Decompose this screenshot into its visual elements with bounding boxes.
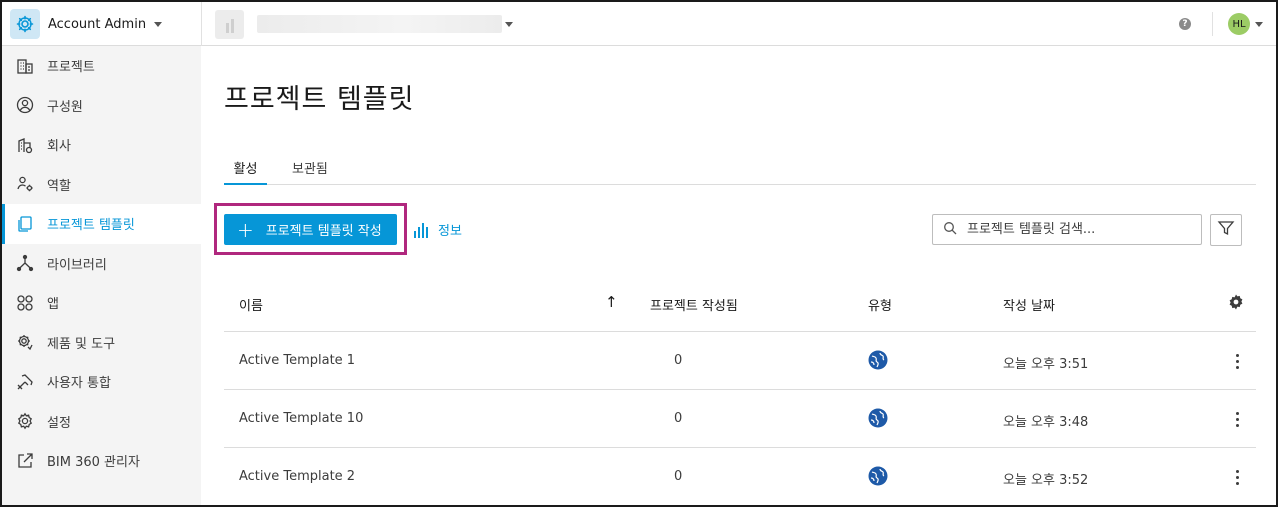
projects-created-count: 0 bbox=[674, 353, 683, 368]
sidebar-item-label: 구성원 bbox=[47, 99, 83, 115]
role-icon bbox=[15, 174, 35, 194]
project-thumbnail bbox=[215, 10, 244, 39]
sidebar-item-label: 프로젝트 bbox=[47, 60, 95, 76]
column-header-created-date[interactable]: 작성 날짜 bbox=[1003, 295, 1055, 314]
chevron-down-icon[interactable] bbox=[505, 22, 513, 27]
search-input[interactable] bbox=[967, 222, 1187, 237]
chevron-down-icon bbox=[154, 21, 163, 27]
tab-archived[interactable]: 보관됨 bbox=[284, 158, 336, 185]
column-header-name[interactable]: 이름 bbox=[239, 295, 263, 314]
sidebar-item-label: 제품 및 도구 bbox=[47, 336, 116, 352]
top-header: Account Admin ? HL bbox=[2, 2, 1276, 46]
filter-button[interactable] bbox=[1210, 214, 1242, 246]
plus-icon: + bbox=[237, 217, 254, 242]
projects-created-count: 0 bbox=[674, 411, 683, 426]
building-icon bbox=[15, 56, 35, 76]
sidebar-item-apps[interactable]: 앱 bbox=[2, 283, 201, 323]
globe-icon bbox=[868, 466, 888, 486]
sidebar-item-settings[interactable]: 설정 bbox=[2, 402, 201, 442]
template-icon bbox=[15, 214, 35, 234]
template-name[interactable]: Active Template 10 bbox=[239, 411, 363, 426]
search-field[interactable] bbox=[932, 214, 1202, 245]
info-link[interactable]: 정보 bbox=[414, 220, 462, 239]
app-name: Account Admin bbox=[48, 16, 147, 32]
sidebar-item-label: 회사 bbox=[47, 139, 71, 155]
sidebar-item-members[interactable]: 구성원 bbox=[2, 86, 201, 126]
created-date: 오늘 오후 3:48 bbox=[1003, 415, 1089, 430]
avatar[interactable]: HL bbox=[1228, 13, 1250, 35]
sidebar-item-roles[interactable]: 역할 bbox=[2, 165, 201, 205]
create-template-button[interactable]: + 프로젝트 템플릿 작성 bbox=[224, 214, 397, 245]
divider bbox=[201, 2, 202, 46]
sidebar-item-label: 프로젝트 템플릿 bbox=[47, 218, 135, 234]
table-header: 이름 ↑ 프로젝트 작성됨 유형 작성 날짜 bbox=[224, 276, 1256, 332]
more-options-icon[interactable] bbox=[1229, 466, 1245, 488]
sidebar-item-bim360-admin[interactable]: BIM 360 관리자 bbox=[2, 441, 201, 481]
divider bbox=[1212, 12, 1213, 36]
sidebar-item-companies[interactable]: 회사 bbox=[2, 125, 201, 165]
create-template-label: 프로젝트 템플릿 작성 bbox=[265, 224, 382, 239]
filter-icon bbox=[1217, 219, 1235, 241]
sidebar: 프로젝트 구성원 회사 역할 프로젝트 템플릿 라이브러리 앱 제품 및 도구 … bbox=[2, 46, 201, 505]
help-icon[interactable]: ? bbox=[1179, 18, 1191, 30]
search-icon bbox=[943, 221, 957, 239]
table-row[interactable]: Active Template 2 0 오늘 오후 3:52 bbox=[224, 448, 1256, 505]
more-options-icon[interactable] bbox=[1229, 350, 1245, 372]
column-settings-gear-icon[interactable] bbox=[1227, 293, 1245, 315]
tab-active[interactable]: 활성 bbox=[224, 158, 267, 185]
sidebar-item-label: BIM 360 관리자 bbox=[47, 455, 140, 471]
created-date: 오늘 오후 3:51 bbox=[1003, 357, 1089, 372]
globe-icon bbox=[868, 350, 888, 370]
globe-icon bbox=[868, 408, 888, 428]
project-selector[interactable] bbox=[257, 15, 502, 33]
column-header-type[interactable]: 유형 bbox=[868, 295, 892, 314]
app-window: Account Admin ? HL 프로젝트 구성원 회사 역할 프로젝트 템… bbox=[0, 0, 1278, 507]
table-row[interactable]: Active Template 10 0 오늘 오후 3:48 bbox=[224, 390, 1256, 448]
user-circle-icon bbox=[15, 95, 35, 115]
template-name[interactable]: Active Template 1 bbox=[239, 353, 355, 368]
info-label: 정보 bbox=[438, 224, 462, 239]
external-link-icon bbox=[15, 451, 35, 471]
library-icon bbox=[15, 253, 35, 273]
projects-created-count: 0 bbox=[674, 469, 683, 484]
app-switcher[interactable]: Account Admin bbox=[10, 8, 163, 40]
table-row[interactable]: Active Template 1 0 오늘 오후 3:51 bbox=[224, 332, 1256, 390]
sort-arrow-icon[interactable]: ↑ bbox=[605, 293, 618, 311]
settings-gear-app-icon bbox=[10, 9, 40, 39]
sidebar-item-user-integration[interactable]: 사용자 통합 bbox=[2, 362, 201, 402]
created-date: 오늘 오후 3:52 bbox=[1003, 473, 1089, 488]
sidebar-item-label: 설정 bbox=[47, 415, 71, 431]
settings-icon bbox=[15, 411, 35, 431]
sidebar-item-library[interactable]: 라이브러리 bbox=[2, 244, 201, 284]
tab-bar: 활성 보관됨 bbox=[224, 158, 1256, 185]
sidebar-item-products-tools[interactable]: 제품 및 도구 bbox=[2, 323, 201, 363]
integration-tools-icon bbox=[15, 372, 35, 392]
apps-icon bbox=[15, 293, 35, 313]
chevron-down-icon[interactable] bbox=[1255, 22, 1263, 27]
template-name[interactable]: Active Template 2 bbox=[239, 469, 355, 484]
products-gear-icon bbox=[15, 332, 35, 352]
sidebar-item-projects[interactable]: 프로젝트 bbox=[2, 46, 201, 86]
column-header-projects-created[interactable]: 프로젝트 작성됨 bbox=[650, 295, 738, 314]
sidebar-item-project-templates[interactable]: 프로젝트 템플릿 bbox=[2, 204, 201, 244]
bar-chart-icon bbox=[414, 222, 428, 238]
page-title: 프로젝트 템플릿 bbox=[224, 84, 415, 115]
sidebar-item-label: 사용자 통합 bbox=[47, 376, 111, 392]
sidebar-item-label: 역할 bbox=[47, 178, 71, 194]
sidebar-item-label: 라이브러리 bbox=[47, 257, 107, 273]
more-options-icon[interactable] bbox=[1229, 408, 1245, 430]
sidebar-item-label: 앱 bbox=[47, 297, 59, 313]
main-content: 프로젝트 템플릿 활성 보관됨 + 프로젝트 템플릿 작성 정보 프로젝트 템플… bbox=[202, 46, 1276, 505]
templates-table: 이름 ↑ 프로젝트 작성됨 유형 작성 날짜 Active Template 1… bbox=[224, 276, 1256, 505]
company-icon bbox=[15, 135, 35, 155]
